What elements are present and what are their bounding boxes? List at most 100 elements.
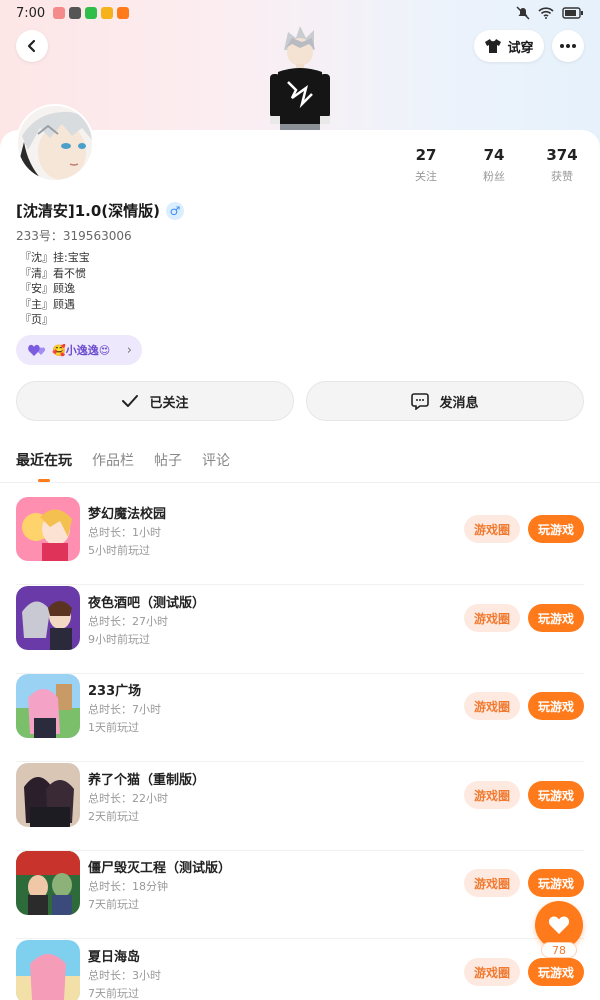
bio-line: 『主』顾遇 [20,297,75,311]
game-circle-button[interactable]: 游戏圈 [464,515,520,543]
game-total-time: 总时长：3小时 [88,969,161,982]
battery-icon [562,7,583,19]
tabs-divider [0,482,600,483]
chat-bubble-icon [411,393,430,410]
status-bar: 7:00 [0,0,600,26]
stat-followers[interactable]: 74 粉丝 [464,146,524,184]
game-title: 夜色酒吧（测试版） [88,596,206,611]
game-title: 夏日海岛 [88,950,141,965]
user-avatar[interactable] [16,104,94,182]
game-thumbnail[interactable] [16,763,80,827]
game-thumbnail[interactable] [16,674,80,738]
bio-line: 『沈』挂:宝宝 [20,251,90,264]
game-thumbnail[interactable] [16,940,80,1000]
game-list-item[interactable]: 夏日海岛 总时长：3小时 7天前玩过 游戏圈 玩游戏 [0,940,600,1000]
send-message-button[interactable]: 发消息 [306,381,584,421]
relationship-tag-label: 🥰小逸逸😍 [52,344,111,357]
row-divider [16,761,584,762]
tab-posts[interactable]: 帖子 [154,450,182,470]
user-id: 233号：319563006 [16,229,132,243]
username-text: [沈清安]1.0(深情版) [16,202,160,220]
game-total-time: 总时长：18分钟 [88,880,168,893]
back-button[interactable] [16,30,48,62]
game-thumbnail[interactable] [16,586,80,650]
more-dots-icon [560,44,576,48]
stat-followers-value: 74 [483,146,505,164]
game-title: 养了个猫（重制版） [88,773,206,788]
profile-bio: 『沈』挂:宝宝 『清』看不惯 『安』顾逸 『主』顾遇 『页』 [20,250,90,328]
relationship-tag[interactable]: 🥰小逸逸😍 › [16,335,142,365]
game-thumbnail[interactable] [16,497,80,561]
tab-comments[interactable]: 评论 [202,450,230,470]
tab-recently-played[interactable]: 最近在玩 [16,450,72,482]
profile-username: [沈清安]1.0(深情版) ♂ [16,200,184,221]
tshirt-icon [485,39,502,53]
game-total-time: 总时长：27小时 [88,615,168,628]
play-game-button[interactable]: 玩游戏 [528,869,584,897]
game-list-item[interactable]: 233广场 总时长：7小时 1天前玩过 游戏圈 玩游戏 [0,674,600,762]
play-game-button[interactable]: 玩游戏 [528,692,584,720]
game-total-time: 总时长：22小时 [88,792,168,805]
male-gender-icon: ♂ [166,201,184,220]
app-icon [101,7,114,19]
game-last-played: 7天前玩过 [88,987,139,1000]
like-count-badge: 78 [541,942,577,958]
game-list-item[interactable]: 养了个猫（重制版） 总时长：22小时 2天前玩过 游戏圈 玩游戏 [0,763,600,851]
game-total-time: 总时长：1小时 [88,526,161,539]
stat-following[interactable]: 27 关注 [396,146,456,184]
game-last-played: 5小时前玩过 [88,544,150,557]
game-list-item[interactable]: 梦幻魔法校园 总时长：1小时 5小时前玩过 游戏圈 玩游戏 [0,497,600,585]
game-title: 僵尸毁灭工程（测试版） [88,861,232,876]
stat-followers-label: 粉丝 [483,170,505,183]
stat-following-value: 27 [415,146,437,164]
following-label: 已关注 [149,395,189,411]
profile-tabs: 最近在玩 作品栏 帖子 评论 [16,450,230,482]
game-title: 梦幻魔法校园 [88,507,167,522]
game-list-item[interactable]: 夜色酒吧（测试版） 总时长：27小时 9小时前玩过 游戏圈 玩游戏 [0,586,600,674]
game-thumbnail[interactable] [16,851,80,915]
game-last-played: 2天前玩过 [88,810,139,823]
chevron-left-icon [27,39,36,53]
bio-line: 『清』看不惯 [20,266,86,280]
game-total-time: 总时长：7小时 [88,703,161,716]
checkmark-icon [122,395,139,407]
chevron-right-icon: › [126,342,132,358]
mute-icon [516,6,530,20]
notification-icons [53,7,130,19]
avatar-character-figure[interactable] [262,24,338,132]
stat-likes-label: 获赞 [551,170,573,183]
stat-following-label: 关注 [415,170,437,183]
play-game-button[interactable]: 玩游戏 [528,515,584,543]
game-app-icon [117,7,130,19]
app-notification-icon [53,7,66,19]
game-circle-button[interactable]: 游戏圈 [464,958,520,986]
sim-icon [69,7,82,19]
game-last-played: 7天前玩过 [88,898,139,911]
try-on-label: 试穿 [507,40,534,56]
row-divider [16,584,584,585]
tab-works[interactable]: 作品栏 [92,450,134,470]
stat-likes[interactable]: 374 获赞 [532,146,592,184]
play-game-button[interactable]: 玩游戏 [528,958,584,986]
game-circle-button[interactable]: 游戏圈 [464,604,520,632]
heart-icon [548,916,570,934]
send-message-label: 发消息 [439,395,479,411]
game-circle-button[interactable]: 游戏圈 [464,692,520,720]
bio-line: 『安』顾逸 [20,282,75,295]
game-circle-button[interactable]: 游戏圈 [464,869,520,897]
game-title: 233广场 [88,684,142,699]
game-last-played: 1天前玩过 [88,721,139,734]
game-circle-button[interactable]: 游戏圈 [464,781,520,809]
play-game-button[interactable]: 玩游戏 [528,781,584,809]
play-game-button[interactable]: 玩游戏 [528,604,584,632]
double-heart-icon [28,344,46,356]
game-last-played: 9小时前玩过 [88,633,150,646]
bio-line: 『页』 [20,313,53,326]
try-on-button[interactable]: 试穿 [474,30,544,62]
row-divider [16,938,584,939]
wechat-icon [85,7,98,19]
status-time: 7:00 [16,5,46,21]
game-list-item[interactable]: 僵尸毁灭工程（测试版） 总时长：18分钟 7天前玩过 游戏圈 玩游戏 [0,851,600,939]
following-button[interactable]: 已关注 [16,381,294,421]
more-options-button[interactable] [552,30,584,62]
